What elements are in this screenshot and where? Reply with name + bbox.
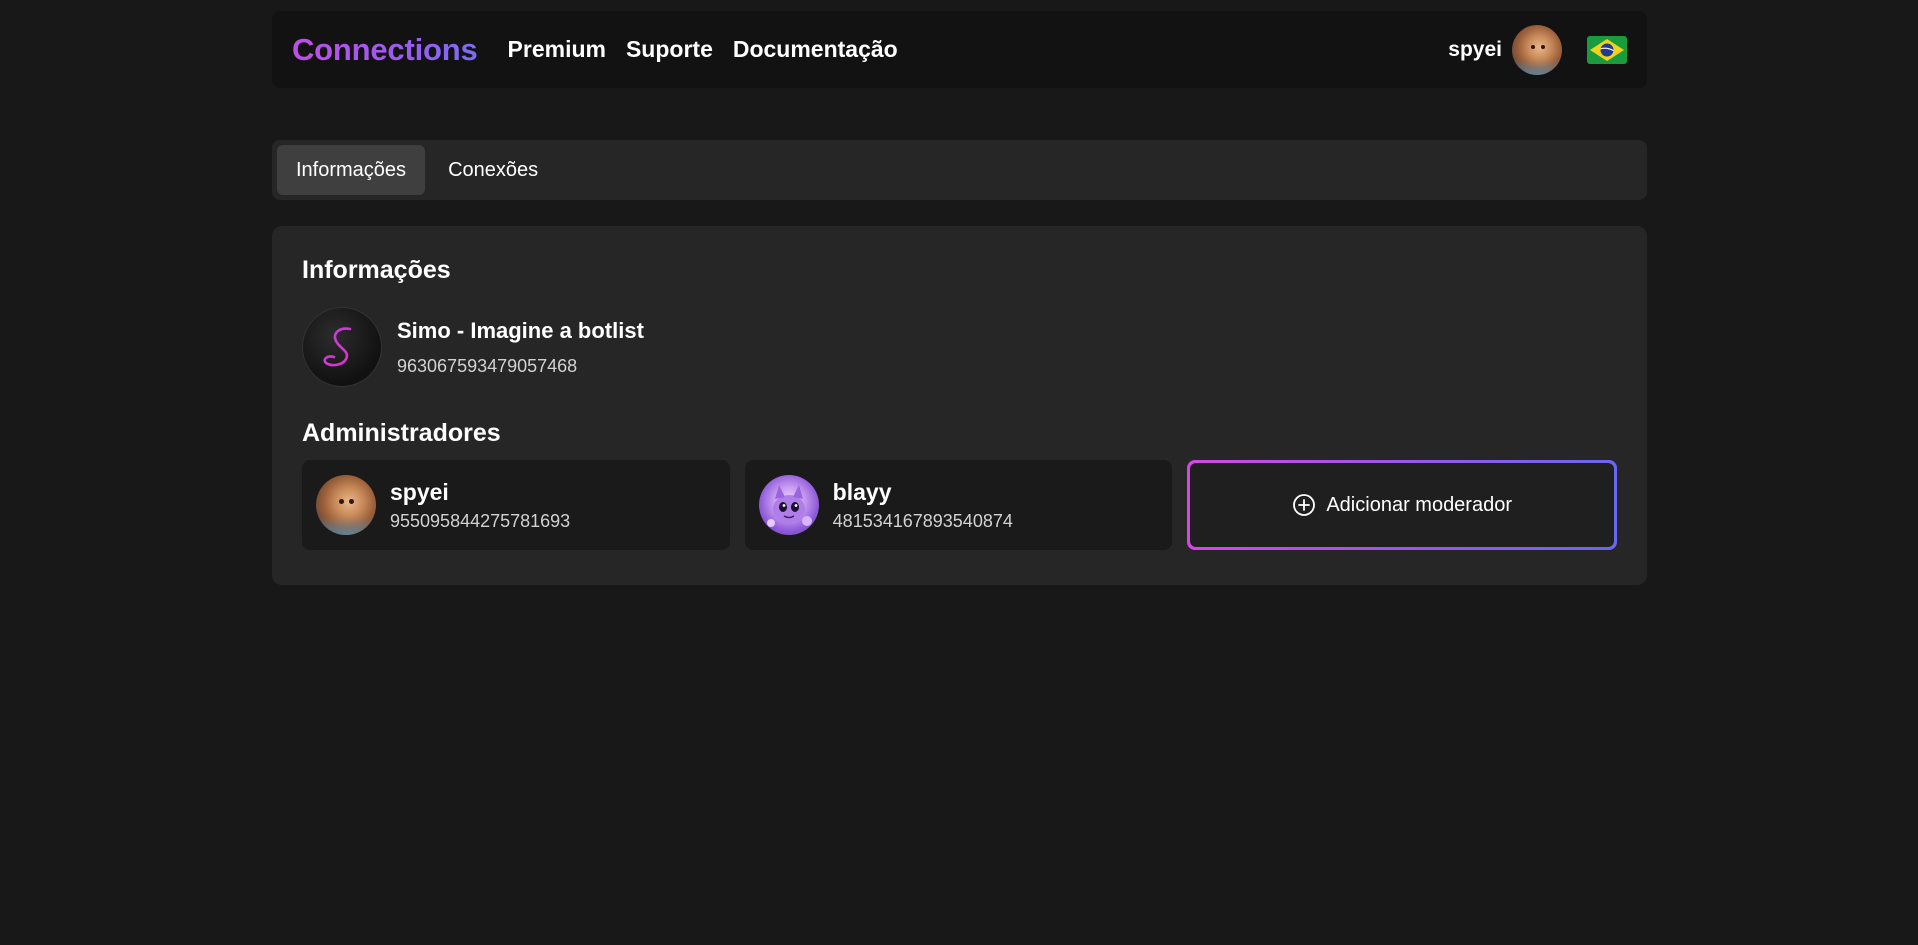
admins-section-title: Administradores — [302, 419, 501, 447]
bot-info: Simo - Imagine a botlist 963067593479057… — [302, 307, 1617, 387]
plus-circle-icon — [1293, 494, 1316, 516]
bot-name: Simo - Imagine a botlist — [397, 317, 644, 343]
admin-name: spyei — [390, 478, 449, 505]
user-avatar[interactable] — [1512, 24, 1562, 75]
nav-link-premium[interactable]: Premium — [508, 36, 606, 63]
tab-informacoes[interactable]: Informações — [277, 145, 426, 195]
bot-text: Simo - Imagine a botlist 963067593479057… — [397, 318, 644, 377]
bot-id: 963067593479057468 — [397, 355, 578, 376]
brazil-flag-icon[interactable] — [1587, 35, 1627, 64]
tab-bar: Informações Conexões — [272, 140, 1647, 200]
nav-link-documentacao[interactable]: Documentação — [733, 36, 898, 63]
admins-list: spyei 955095844275781693 blayy 481534167… — [302, 460, 1617, 550]
admin-avatar — [316, 475, 376, 535]
tab-conexoes[interactable]: Conexões — [429, 145, 557, 195]
admin-text: spyei 955095844275781693 — [390, 479, 570, 532]
user-menu[interactable]: spyei — [1448, 24, 1627, 75]
nav-username[interactable]: spyei — [1448, 38, 1502, 62]
add-moderator-button-inner[interactable]: Adicionar moderador — [1190, 463, 1614, 547]
nav-links: Premium Suporte Documentação — [508, 36, 898, 63]
page: Connections Premium Suporte Documentação… — [0, 0, 1918, 945]
add-moderator-button[interactable]: Adicionar moderador — [1187, 460, 1617, 550]
brand-logo[interactable]: Connections — [292, 32, 478, 68]
admin-card: blayy 481534167893540874 — [744, 460, 1173, 550]
bot-logo-icon — [323, 327, 352, 367]
admin-id: 955095844275781693 — [390, 510, 571, 531]
info-panel: Informações Simo - Imagine a botlist 963… — [272, 226, 1647, 585]
admin-card: spyei 955095844275781693 — [302, 460, 730, 550]
purple-creature-icon — [766, 485, 812, 527]
admin-name: blayy — [832, 478, 892, 505]
top-navbar: Connections Premium Suporte Documentação… — [272, 11, 1647, 88]
admin-avatar — [758, 475, 819, 535]
info-section-title: Informações — [302, 256, 451, 284]
admin-id: 481534167893540874 — [832, 510, 1013, 531]
nav-link-suporte[interactable]: Suporte — [626, 36, 713, 63]
bot-avatar — [302, 307, 382, 387]
add-moderator-label: Adicionar moderador — [1326, 493, 1512, 516]
admin-text: blayy 481534167893540874 — [833, 479, 1013, 532]
